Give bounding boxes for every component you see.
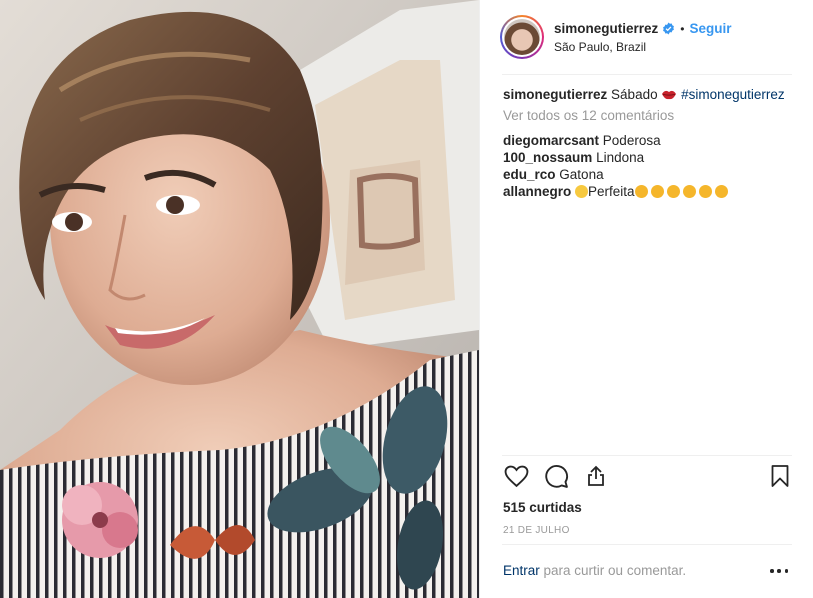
post-photo[interactable] (0, 0, 479, 598)
lips-emoji-icon (661, 87, 677, 100)
more-dot (784, 569, 788, 573)
post-caption: simonegutierrez Sábado #simonegutierrez (503, 86, 793, 103)
login-prompt-text: para curtir ou comentar. (543, 563, 687, 578)
clapping-hands-emoji-icon (682, 185, 696, 198)
login-link[interactable]: Entrar (503, 563, 540, 578)
login-prompt: Entrar para curtir ou comentar. (503, 563, 686, 578)
instagram-post: simonegutierrez • Seguir São Paulo, Braz… (0, 0, 813, 598)
post-actions (502, 462, 792, 494)
post-date[interactable]: 21 DE JULHO (503, 525, 570, 536)
clapping-hands-emoji-icon (650, 185, 664, 198)
more-dot (777, 569, 781, 573)
caption-text: Sábado (611, 87, 658, 102)
avatar-image (504, 19, 540, 55)
clapping-hands-emoji-icon (634, 185, 648, 198)
post-header: simonegutierrez • Seguir São Paulo, Braz… (500, 12, 790, 62)
star-eyes-emoji-icon (575, 185, 589, 198)
comment-text: Gatona (559, 167, 604, 182)
clapping-hands-emoji-icon (714, 185, 728, 198)
actions-divider (502, 455, 792, 456)
comment-username[interactable]: edu_rco (503, 167, 556, 182)
comment-item: 100_nossaum Lindona (503, 149, 793, 166)
caption-username[interactable]: simonegutierrez (503, 87, 607, 102)
header-top-row: simonegutierrez • Seguir (554, 20, 732, 38)
clapping-hands-emoji-icon (666, 185, 680, 198)
more-dot (770, 569, 774, 573)
likes-label: curtidas (529, 500, 582, 515)
header-separator: • (680, 21, 685, 36)
comment-text: Poderosa (602, 133, 661, 148)
comment-bubble-icon[interactable] (542, 462, 570, 490)
comment-item: allannegro Perfeita (503, 183, 793, 200)
likes-count[interactable]: 515 curtidas (503, 500, 582, 515)
caption-hashtag[interactable]: #simonegutierrez (681, 87, 785, 102)
comment-username[interactable]: 100_nossaum (503, 150, 592, 165)
footer-divider (502, 544, 792, 545)
post-location[interactable]: São Paulo, Brazil (554, 39, 732, 55)
bookmark-icon[interactable] (766, 462, 794, 490)
likes-number: 515 (503, 500, 526, 515)
comment-item: edu_rco Gatona (503, 166, 793, 183)
comment-username[interactable]: diegomarcsant (503, 133, 599, 148)
header-text: simonegutierrez • Seguir São Paulo, Braz… (554, 20, 732, 55)
comment-text: Lindona (596, 150, 645, 165)
follow-button[interactable]: Seguir (689, 20, 731, 38)
post-sidebar: simonegutierrez • Seguir São Paulo, Braz… (479, 0, 813, 598)
author-username[interactable]: simonegutierrez (554, 20, 658, 38)
verified-badge-icon (662, 22, 675, 35)
header-divider (502, 74, 792, 75)
avatar[interactable] (500, 15, 544, 59)
portrait-image (0, 0, 479, 598)
comments-section: simonegutierrez Sábado #simonegutierrez … (503, 86, 793, 200)
comment-text: Perfeita (588, 184, 635, 199)
share-icon[interactable] (582, 462, 610, 490)
comment-item: diegomarcsant Poderosa (503, 132, 793, 149)
view-all-comments-link[interactable]: Ver todos os 12 comentários (503, 107, 793, 124)
clapping-hands-emoji-icon (698, 185, 712, 198)
avatar-frame (502, 17, 542, 57)
more-options-icon[interactable] (770, 564, 788, 578)
comment-username[interactable]: allannegro (503, 184, 571, 199)
heart-icon[interactable] (502, 462, 530, 490)
